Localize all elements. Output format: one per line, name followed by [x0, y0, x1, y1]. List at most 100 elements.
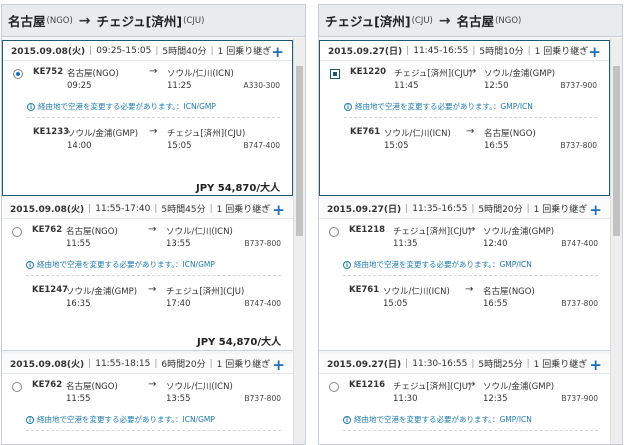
outbound-header: 名古屋 (NGO) → チェジュ[済州] (CJU)	[2, 5, 305, 37]
segment-divider	[26, 430, 281, 431]
route-arrow-icon: →	[467, 379, 476, 390]
return-header: チェジュ[済州] (CJU) → 名古屋 (NGO)	[319, 5, 622, 37]
select-radio[interactable]	[330, 69, 340, 79]
header-destination: チェジュ[済州]	[96, 14, 183, 29]
segment-from: ソウル/仁川(ICN)	[383, 287, 450, 297]
scrollbar[interactable]	[293, 38, 305, 444]
info-icon: i	[26, 261, 34, 269]
card-stops: 1 回乗り継ぎ	[217, 47, 272, 57]
segment-to: ソウル/金浦(GMP)	[484, 69, 556, 79]
flight-number: KE1220	[350, 67, 387, 77]
card-stops: 1 回乗り継ぎ	[216, 360, 271, 370]
aircraft-type: B737-900	[560, 81, 597, 90]
flight-number: KE1233	[33, 127, 70, 137]
segment-1: KE1218 チェジュ[済州](CJU) → ソウル/金浦(GMP) 11:35…	[319, 221, 610, 255]
card-stops: 1 回乗り継ぎ	[534, 47, 589, 57]
airport-change-note: i 経由地で空港を変更する必要があります。：ICN/GMP	[26, 414, 215, 425]
route-arrow-icon: →	[148, 224, 157, 235]
segment-2: KE761 ソウル/仁川(ICN) → 名古屋(NGO) 15:05 16:55…	[320, 123, 609, 157]
flight-option-card[interactable]: 2015.09.27(日) | 11:30-16:55 | 5時間25分 | 1 回乗…	[319, 354, 610, 444]
flight-option-card[interactable]: 2015.09.08(火) | 09:25-15:05 | 5時間40分 | 1 回乗…	[2, 40, 293, 196]
flight-option-card[interactable]: 2015.09.08(火) | 11:55-17:40 | 5時間45分 | 1 回乗…	[2, 199, 293, 351]
arrival-time: 12:35	[483, 394, 508, 404]
card-stops: 1 回乗り継ぎ	[533, 205, 588, 215]
segment-1: KE762 名古屋(NGO) → ソウル/仁川(ICN) 11:55 13:55…	[2, 376, 293, 410]
airport-change-note: i 経由地で空港を変更する必要があります。：ICN/GMP	[26, 259, 215, 270]
card-time: 11:55-17:40	[95, 203, 151, 214]
flight-option-card[interactable]: 2015.09.27(日) | 11:45-16:55 | 5時間10分 | 1 回乗…	[319, 40, 610, 196]
scrollbar-thumb[interactable]	[296, 66, 303, 236]
segment-from: チェジュ[済州](CJU)	[393, 382, 472, 392]
card-duration: 5時間45分	[161, 205, 206, 215]
return-column: チェジュ[済州] (CJU) → 名古屋 (NGO) 2015.09.27(日)…	[318, 4, 623, 445]
flight-option-card[interactable]: 2015.09.08(火) | 11:55-18:15 | 6時間20分 | 1 回乗…	[2, 354, 293, 444]
arrival-time: 15:05	[167, 141, 192, 151]
select-radio[interactable]	[329, 227, 339, 237]
card-summary: 2015.09.08(火) | 11:55-17:40 | 5時間45分 | 1 回乗…	[2, 199, 293, 219]
info-icon: i	[343, 261, 351, 269]
card-date: 2015.09.08(火)	[10, 205, 85, 215]
card-time: 11:35-16:55	[412, 203, 468, 214]
scrollbar-thumb[interactable]	[613, 66, 620, 236]
segment-divider	[27, 117, 280, 118]
card-date: 2015.09.08(火)	[10, 360, 85, 370]
aircraft-type: B737-900	[561, 394, 598, 403]
header-origin: 名古屋	[8, 14, 46, 29]
segment-2: KE1247 ソウル/金浦(GMP) → チェジュ[済州](CJU) 16:35…	[2, 281, 293, 315]
card-summary: 2015.09.27(日) | 11:30-16:55 | 5時間25分 | 1 回乗…	[319, 354, 610, 374]
return-results-list: 2015.09.27(日) | 11:45-16:55 | 5時間10分 | 1 回乗…	[319, 38, 622, 444]
route-arrow-icon: →	[465, 284, 474, 295]
note-text: 経由地で空港を変更する必要があります。：ICN/GMP	[38, 102, 216, 111]
segment-to: チェジュ[済州](CJU)	[167, 129, 246, 139]
header-origin: チェジュ[済州]	[325, 14, 411, 29]
segment-2: KE761 ソウル/仁川(ICN) → 名古屋(NGO) 15:05 16:55…	[319, 281, 610, 315]
info-icon: i	[344, 103, 352, 111]
departure-time: 16:35	[66, 299, 91, 309]
arrival-time: 11:25	[167, 81, 192, 91]
note-text: 経由地で空港を変更する必要があります。：ICN/GMP	[37, 260, 215, 269]
segment-from: チェジュ[済州](CJU)	[394, 69, 473, 79]
select-radio[interactable]	[329, 382, 339, 392]
departure-time: 11:55	[66, 394, 91, 404]
header-destination-code: (CJU)	[183, 15, 205, 26]
flight-number: KE1216	[349, 380, 386, 390]
airport-change-note: i 経由地で空港を変更する必要があります。：GMP/ICN	[344, 101, 533, 112]
card-duration: 5時間10分	[479, 47, 524, 57]
arrival-time: 13:55	[166, 239, 191, 249]
segment-to: チェジュ[済州](CJU)	[166, 287, 245, 297]
flight-number: KE752	[33, 67, 64, 77]
expand-plus-icon[interactable]: +	[272, 201, 285, 219]
aircraft-type: B737-800	[244, 239, 281, 248]
expand-plus-icon[interactable]: +	[271, 43, 284, 61]
note-text: 経由地で空港を変更する必要があります。：ICN/GMP	[37, 415, 215, 424]
card-time: 11:55-18:15	[95, 358, 151, 369]
select-radio[interactable]	[12, 382, 22, 392]
expand-plus-icon[interactable]: +	[589, 356, 602, 374]
card-duration: 6時間20分	[161, 360, 206, 370]
select-radio[interactable]	[12, 227, 22, 237]
card-duration: 5時間25分	[478, 360, 523, 370]
scrollbar[interactable]	[610, 38, 622, 444]
expand-plus-icon[interactable]: +	[589, 201, 602, 219]
select-radio[interactable]	[13, 69, 23, 79]
route-arrow-icon: →	[149, 66, 158, 77]
arrival-time: 16:55	[483, 299, 508, 309]
card-duration: 5時間40分	[162, 47, 207, 57]
info-icon: i	[343, 416, 351, 424]
departure-time: 15:05	[383, 299, 408, 309]
aircraft-type: A330-300	[243, 81, 280, 90]
segment-divider	[343, 430, 598, 431]
route-arrow-icon: →	[148, 379, 157, 390]
departure-time: 14:00	[67, 141, 92, 151]
airport-change-note: i 経由地で空港を変更する必要があります。：GMP/ICN	[343, 259, 532, 270]
departure-time: 11:35	[393, 239, 418, 249]
flight-option-card[interactable]: 2015.09.27(日) | 11:35-16:55 | 5時間20分 | 1 回乗…	[319, 199, 610, 351]
outbound-column: 名古屋 (NGO) → チェジュ[済州] (CJU) 2015.09.08(火)…	[1, 4, 306, 445]
expand-plus-icon[interactable]: +	[588, 43, 601, 61]
header-origin-code: (NGO)	[46, 15, 73, 26]
card-date: 2015.09.27(日)	[327, 360, 402, 370]
expand-plus-icon[interactable]: +	[272, 356, 285, 374]
note-text: 経由地で空港を変更する必要があります。：GMP/ICN	[354, 415, 532, 424]
segment-from: ソウル/仁川(ICN)	[384, 129, 451, 139]
note-text: 経由地で空港を変更する必要があります。：GMP/ICN	[354, 260, 532, 269]
